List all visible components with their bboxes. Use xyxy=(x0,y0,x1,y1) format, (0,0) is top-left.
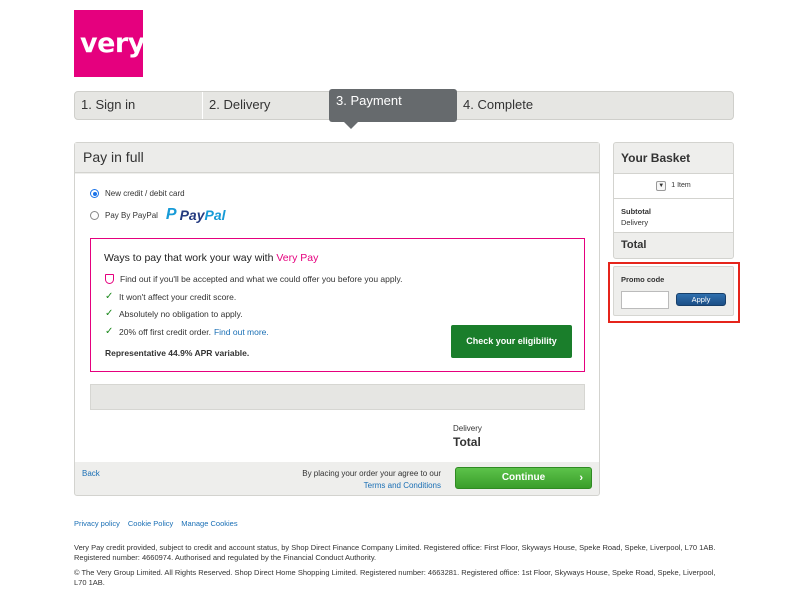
manage-cookies-link[interactable]: Manage Cookies xyxy=(181,519,237,528)
chevron-right-icon: › xyxy=(579,472,583,484)
step-sign-in: 1. Sign in xyxy=(75,92,203,119)
footer-links: Privacy policy Cookie Policy Manage Cook… xyxy=(74,519,238,528)
paypal-p-icon: P xyxy=(165,206,177,223)
check-eligibility-button[interactable]: Check your eligibility xyxy=(451,325,572,358)
option-paypal[interactable]: Pay By PayPal P Pay Pal xyxy=(90,206,226,224)
card-radio[interactable] xyxy=(90,189,99,198)
continue-button[interactable]: Continue › xyxy=(455,467,592,489)
very-pay-title: Ways to pay that work your way with Very… xyxy=(104,252,319,264)
footer-copyright-text: © The Very Group Limited. All Rights Res… xyxy=(74,568,716,587)
basket-total: Total xyxy=(621,239,647,251)
find-out-more-link[interactable]: Find out more. xyxy=(214,327,269,337)
step-complete: 4. Complete xyxy=(463,97,534,112)
checkout-progress: 1. Sign in 2. Delivery 3. Payment 4. Com… xyxy=(74,89,734,129)
step-payment-active: 3. Payment xyxy=(329,89,457,129)
check-icon: ✓ xyxy=(105,308,114,319)
basket-delivery-label: Delivery xyxy=(621,218,649,227)
summary-total: Total xyxy=(453,435,481,449)
payment-body: New credit / debit card Pay By PayPal P … xyxy=(75,174,599,462)
basket-panel: Your Basket ▼ 1 Item Subtotal Delivery T… xyxy=(613,142,734,259)
logo-text: very xyxy=(80,28,145,59)
payment-panel: Pay in full New credit / debit card Pay … xyxy=(74,142,600,496)
very-logo[interactable]: very xyxy=(74,10,145,77)
basket-subtotal-label: Subtotal xyxy=(621,207,651,216)
summary-delivery: Delivery xyxy=(453,424,482,433)
basket-item-count: 1 Item xyxy=(671,182,691,189)
very-pay-line-1: Find out if you'll be accepted and what … xyxy=(105,274,402,284)
basket-title: Your Basket xyxy=(614,143,733,174)
cookie-policy-link[interactable]: Cookie Policy xyxy=(128,519,173,528)
privacy-policy-link[interactable]: Privacy policy xyxy=(74,519,120,528)
back-link[interactable]: Back xyxy=(82,469,100,478)
promo-label: Promo code xyxy=(621,275,665,284)
apply-button[interactable]: Apply xyxy=(676,293,726,306)
basket-subtotals: Subtotal Delivery xyxy=(614,199,733,233)
very-pay-line-4: ✓ 20% off first credit order. Find out m… xyxy=(105,326,269,337)
promo-box: Promo code Apply xyxy=(613,266,734,316)
check-icon: ✓ xyxy=(105,291,114,302)
apr-text: Representative 44.9% APR variable. xyxy=(105,348,250,358)
summary-bar xyxy=(90,384,585,410)
card-label: New credit / debit card xyxy=(105,189,185,198)
check-icon: ✓ xyxy=(105,326,114,337)
paypal-logo: P Pay Pal xyxy=(165,206,226,223)
very-pay-line-2: ✓ It won't affect your credit score. xyxy=(105,291,237,302)
payment-title: Pay in full xyxy=(75,143,599,173)
shield-icon xyxy=(105,274,114,284)
paypal-radio[interactable] xyxy=(90,210,99,220)
very-pay-line-3: ✓ Absolutely no obligation to apply. xyxy=(105,308,243,319)
terms-link[interactable]: Terms and Conditions xyxy=(364,481,441,490)
option-card[interactable]: New credit / debit card xyxy=(90,189,185,198)
basket-items-toggle[interactable]: ▼ 1 Item xyxy=(614,174,733,199)
chevron-down-icon[interactable]: ▼ xyxy=(656,181,667,191)
promo-code-input[interactable] xyxy=(621,291,669,309)
continue-label: Continue xyxy=(501,472,546,483)
step-delivery: 2. Delivery xyxy=(209,97,271,112)
terms-text: By placing your order your agree to our … xyxy=(302,469,441,490)
very-pay-box: Ways to pay that work your way with Very… xyxy=(90,238,585,372)
footer-credit-text: Very Pay credit provided, subject to cre… xyxy=(74,543,716,562)
paypal-label: Pay By PayPal xyxy=(105,210,158,220)
